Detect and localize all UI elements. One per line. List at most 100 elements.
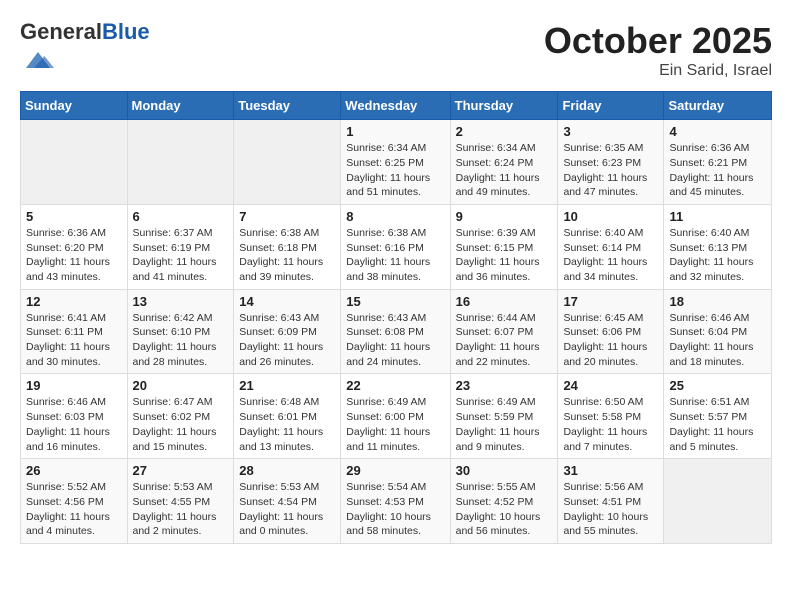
cell-text: Sunrise: 6:41 AM [26,311,122,326]
cell-text: Daylight: 11 hours [239,255,335,270]
day-number: 4 [669,124,766,139]
cell-text: and 32 minutes. [669,270,766,285]
day-number: 7 [239,209,335,224]
cell-text: Sunset: 6:06 PM [563,325,658,340]
cell-text: Sunset: 6:10 PM [133,325,229,340]
cell-text: and 7 minutes. [563,440,658,455]
day-number: 11 [669,209,766,224]
cell-text: Sunrise: 6:36 AM [26,226,122,241]
cell-text: Sunrise: 5:56 AM [563,480,658,495]
calendar-cell: 17Sunrise: 6:45 AMSunset: 6:06 PMDayligh… [558,289,664,374]
cell-text: and 22 minutes. [456,355,553,370]
weekday-header-monday: Monday [127,92,234,120]
calendar-cell: 31Sunrise: 5:56 AMSunset: 4:51 PMDayligh… [558,459,664,544]
calendar-cell: 6Sunrise: 6:37 AMSunset: 6:19 PMDaylight… [127,204,234,289]
cell-text: Sunset: 5:58 PM [563,410,658,425]
calendar-cell: 3Sunrise: 6:35 AMSunset: 6:23 PMDaylight… [558,120,664,205]
cell-text: Sunset: 4:52 PM [456,495,553,510]
weekday-header-wednesday: Wednesday [341,92,450,120]
calendar-cell: 15Sunrise: 6:43 AMSunset: 6:08 PMDayligh… [341,289,450,374]
day-number: 18 [669,294,766,309]
day-number: 29 [346,463,444,478]
calendar-cell [234,120,341,205]
cell-text: and 55 minutes. [563,524,658,539]
day-number: 20 [133,378,229,393]
weekday-header-tuesday: Tuesday [234,92,341,120]
weekday-header-thursday: Thursday [450,92,558,120]
calendar-cell: 22Sunrise: 6:49 AMSunset: 6:00 PMDayligh… [341,374,450,459]
cell-text: Sunset: 4:54 PM [239,495,335,510]
cell-text: Daylight: 11 hours [456,425,553,440]
logo: GeneralBlue [20,20,150,81]
logo-icon [22,44,54,76]
cell-text: Sunset: 4:51 PM [563,495,658,510]
cell-text: Daylight: 11 hours [563,255,658,270]
calendar-cell: 9Sunrise: 6:39 AMSunset: 6:15 PMDaylight… [450,204,558,289]
calendar-cell: 18Sunrise: 6:46 AMSunset: 6:04 PMDayligh… [664,289,772,374]
cell-text: Daylight: 11 hours [133,510,229,525]
calendar-cell: 29 Sunrise: 5:54 AMSunset: 4:53 PMDayligh… [341,459,450,544]
cell-text: and 20 minutes. [563,355,658,370]
cell-text: and 16 minutes. [26,440,122,455]
cell-text: Sunrise: 6:45 AM [563,311,658,326]
cell-text: Sunset: 6:08 PM [346,325,444,340]
cell-text: Sunrise: 5:54 AM [346,480,444,495]
cell-text: Sunset: 6:04 PM [669,325,766,340]
weekday-header-sunday: Sunday [21,92,128,120]
logo-general-text: General [20,19,102,44]
cell-text: Sunrise: 6:43 AM [346,311,444,326]
cell-text: Sunset: 6:24 PM [456,156,553,171]
cell-text: and 56 minutes. [456,524,553,539]
cell-text: Sunrise: 6:46 AM [669,311,766,326]
cell-text: Sunset: 6:13 PM [669,241,766,256]
cell-text: Sunrise: 6:49 AM [346,395,444,410]
calendar-cell [664,459,772,544]
day-number: 15 [346,294,444,309]
month-title: October 2025 [544,20,772,62]
cell-text: and 30 minutes. [26,355,122,370]
day-number: 19 [26,378,122,393]
calendar-cell: 4Sunrise: 6:36 AMSunset: 6:21 PMDaylight… [664,120,772,205]
cell-text: Sunset: 6:02 PM [133,410,229,425]
cell-text: Daylight: 11 hours [669,425,766,440]
day-number: 24 [563,378,658,393]
cell-text: and 49 minutes. [456,185,553,200]
cell-text: and 43 minutes. [26,270,122,285]
day-number: 23 [456,378,553,393]
cell-text: Sunset: 4:53 PM [346,495,444,510]
cell-text: Sunrise: 6:40 AM [669,226,766,241]
cell-text: Sunrise: 6:42 AM [133,311,229,326]
cell-text: Sunrise: 6:36 AM [669,141,766,156]
cell-text: Daylight: 11 hours [133,340,229,355]
cell-text: Sunrise: 5:55 AM [456,480,553,495]
cell-text: and 0 minutes. [239,524,335,539]
calendar-cell: 2Sunrise: 6:34 AMSunset: 6:24 PMDaylight… [450,120,558,205]
cell-text: Daylight: 11 hours [239,425,335,440]
cell-text: Sunset: 5:59 PM [456,410,553,425]
cell-text: Sunrise: 6:34 AM [456,141,553,156]
day-number: 9 [456,209,553,224]
cell-text: Sunset: 6:15 PM [456,241,553,256]
calendar-cell: 28Sunrise: 5:53 AMSunset: 4:54 PMDayligh… [234,459,341,544]
day-number: 14 [239,294,335,309]
cell-text: Sunrise: 6:35 AM [563,141,658,156]
cell-text: Daylight: 11 hours [669,255,766,270]
day-number: 30 [456,463,553,478]
cell-text: Daylight: 11 hours [563,171,658,186]
calendar-cell: 5Sunrise: 6:36 AMSunset: 6:20 PMDaylight… [21,204,128,289]
cell-text: and 36 minutes. [456,270,553,285]
cell-text: Sunrise: 6:38 AM [239,226,335,241]
cell-text: Daylight: 10 hours [346,510,444,525]
calendar-cell: 24Sunrise: 6:50 AMSunset: 5:58 PMDayligh… [558,374,664,459]
day-number: 28 [239,463,335,478]
calendar-week-4: 26Sunrise: 5:52 AMSunset: 4:56 PMDayligh… [21,459,772,544]
cell-text: and 11 minutes. [346,440,444,455]
calendar-cell: 7Sunrise: 6:38 AMSunset: 6:18 PMDaylight… [234,204,341,289]
cell-text: and 28 minutes. [133,355,229,370]
cell-text: Sunrise: 6:47 AM [133,395,229,410]
calendar-cell: 14Sunrise: 6:43 AMSunset: 6:09 PMDayligh… [234,289,341,374]
cell-text: Sunset: 6:16 PM [346,241,444,256]
cell-text: Daylight: 11 hours [26,425,122,440]
cell-text: and 24 minutes. [346,355,444,370]
cell-text: Daylight: 11 hours [346,425,444,440]
